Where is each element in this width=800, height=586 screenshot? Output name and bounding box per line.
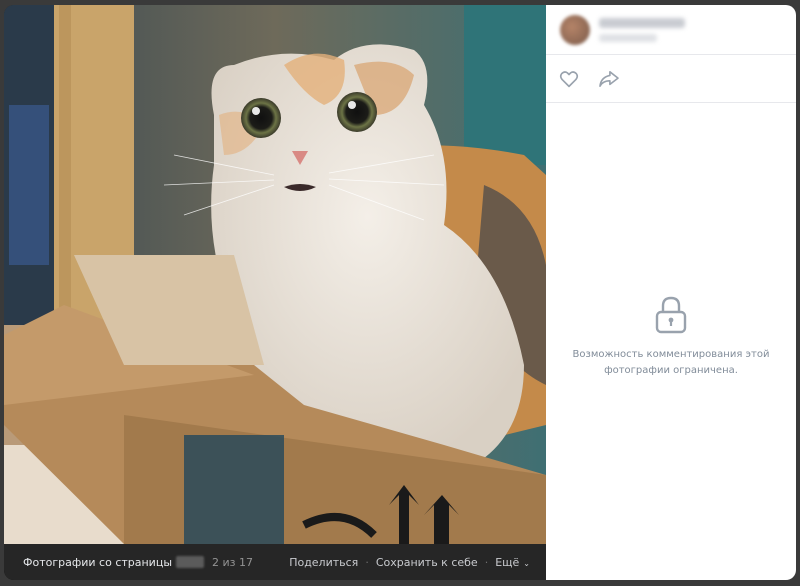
avatar[interactable] [560, 14, 590, 45]
side-panel: Возможность комментирования этой фотогра… [546, 5, 796, 580]
author-info [599, 17, 685, 42]
photo-counter: 2 из 17 [212, 555, 254, 569]
heart-icon [559, 70, 579, 87]
share-button[interactable] [598, 68, 620, 90]
more-label: Ещё [495, 555, 520, 569]
save-to-self-link[interactable]: Сохранить к себе [376, 556, 478, 569]
separator-dot: · [484, 555, 489, 569]
post-date-blurred [599, 33, 657, 42]
author-name-blurred[interactable] [599, 17, 685, 28]
photo-viewer: Фотографии со страницы 2 из 17 Поделитьс… [4, 5, 796, 580]
comments-locked-text: Возможность комментирования этой фотогра… [572, 349, 770, 376]
like-button[interactable] [558, 68, 580, 90]
blurred-page-name [176, 556, 205, 568]
photo-bottom-bar: Фотографии со страницы 2 из 17 Поделитьс… [4, 544, 546, 580]
photo-area[interactable]: Фотографии со страницы 2 из 17 Поделитьс… [4, 5, 546, 580]
photo-actions [546, 55, 796, 103]
separator-dot: · [365, 555, 369, 569]
comments-locked-notice: Возможность комментирования этой фотогра… [546, 295, 796, 379]
lock-icon [655, 296, 687, 334]
author-header [546, 5, 796, 55]
share-arrow-icon [599, 70, 619, 87]
chevron-down-icon: ⌄ [523, 558, 530, 568]
more-menu-button[interactable]: Ещё ⌄ [495, 556, 530, 569]
cat-photo[interactable] [4, 5, 546, 544]
share-link[interactable]: Поделиться [289, 556, 358, 569]
album-label[interactable]: Фотографии со страницы [23, 556, 172, 569]
